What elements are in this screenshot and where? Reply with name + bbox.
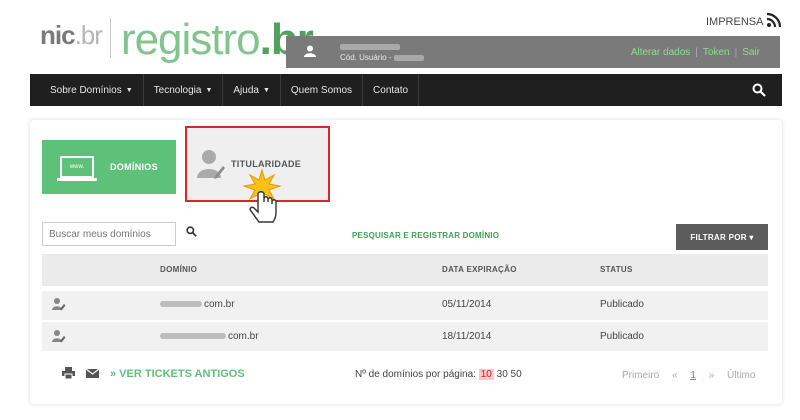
registro-br-logo[interactable]: nic.br registro.br (40, 12, 314, 64)
table-header (42, 254, 768, 286)
column-header-dominio[interactable]: DOMÍNIO (160, 265, 197, 274)
footer-actions (62, 367, 100, 382)
chevron-down-icon: ▼ (205, 86, 213, 94)
filter-button[interactable]: FILTRAR POR ▾ (676, 224, 768, 250)
column-header-status[interactable]: STATUS (600, 265, 633, 274)
column-header-data-expiracao[interactable]: DATA EXPIRAÇÃO (442, 265, 517, 274)
nav-item-quem-somos[interactable]: Quem Somos (281, 74, 364, 106)
user-info: Cód. Usuário - (340, 41, 424, 63)
search-icon[interactable] (752, 74, 782, 106)
search-domains-input[interactable] (42, 222, 176, 246)
pager-next[interactable]: » (709, 370, 715, 381)
chevron-down-icon: ▼ (262, 86, 270, 94)
nav-item-contato[interactable]: Contato (363, 74, 420, 106)
rss-icon[interactable] (766, 12, 782, 28)
table-row[interactable] (42, 290, 768, 320)
mail-icon[interactable] (85, 367, 100, 379)
search-icon[interactable] (186, 226, 197, 240)
click-cursor-icon (242, 168, 282, 223)
domain-name[interactable]: com.br (160, 299, 235, 310)
user-name-redacted (340, 43, 400, 50)
user-links: Alterar dados | Token | Sair (630, 46, 760, 58)
nav-item-ajuda[interactable]: Ajuda ▼ (223, 74, 281, 106)
pager-prev[interactable]: « (672, 370, 678, 381)
tab-dominios-label: DOMÍNIOS (110, 162, 158, 172)
sair-link[interactable]: Sair (742, 47, 760, 58)
pager-last[interactable]: Último (727, 370, 755, 381)
logo-divider (109, 18, 111, 58)
tab-dominios[interactable]: www. DOMÍNIOS (42, 140, 176, 194)
status-text: Publicado (600, 331, 644, 342)
user-edit-icon (197, 150, 225, 179)
per-page-selector: Nº de domínios por página: 10 30 50 (355, 369, 522, 380)
alterar-dados-link[interactable]: Alterar dados (631, 47, 690, 58)
nav-item-tecnologia[interactable]: Tecnologia ▼ (144, 74, 224, 106)
expiry-date: 18/11/2014 (442, 331, 492, 342)
pager-current[interactable]: 1 (690, 370, 696, 381)
expiry-date: 05/11/2014 (442, 299, 492, 310)
computer-icon: www. (57, 156, 97, 181)
main-nav: Sobre Domínios ▼ Tecnologia ▼ Ajuda ▼ Quem … (30, 74, 782, 106)
status-text: Publicado (600, 299, 644, 310)
user-edit-icon (52, 330, 66, 343)
per-page-option-10[interactable]: 10 (478, 369, 494, 380)
domain-name-redacted (160, 333, 226, 340)
pagination: Primeiro « 1 » Último (622, 370, 765, 381)
user-icon (304, 44, 326, 60)
user-edit-icon (52, 298, 66, 311)
user-code-label: Cód. Usuário - (340, 53, 392, 62)
nav-item-sobre-dominios[interactable]: Sobre Domínios ▼ (30, 74, 144, 106)
user-code-redacted (393, 54, 424, 61)
print-icon[interactable] (62, 367, 75, 380)
registro-logo-text: registro.br (120, 15, 314, 64)
domain-name[interactable]: com.br (160, 331, 259, 342)
user-bar: Cód. Usuário - Alterar dados | Token | Sair (286, 36, 780, 68)
imprensa-link[interactable]: IMPRENSA (706, 16, 763, 28)
chevron-down-icon: ▼ (125, 86, 133, 94)
per-page-option-30[interactable]: 30 (497, 369, 508, 380)
per-page-option-50[interactable]: 50 (511, 369, 522, 380)
register-domain-link[interactable]: PESQUISAR E REGISTRAR DOMÍNIO (352, 231, 499, 240)
table-row[interactable] (42, 321, 768, 351)
pager-first[interactable]: Primeiro (622, 370, 659, 381)
old-tickets-link[interactable]: » VER TICKETS ANTIGOS (110, 368, 245, 380)
domain-name-redacted (160, 301, 202, 308)
nic-br-logo-text: nic.br (40, 20, 103, 50)
token-link[interactable]: Token (703, 47, 730, 58)
